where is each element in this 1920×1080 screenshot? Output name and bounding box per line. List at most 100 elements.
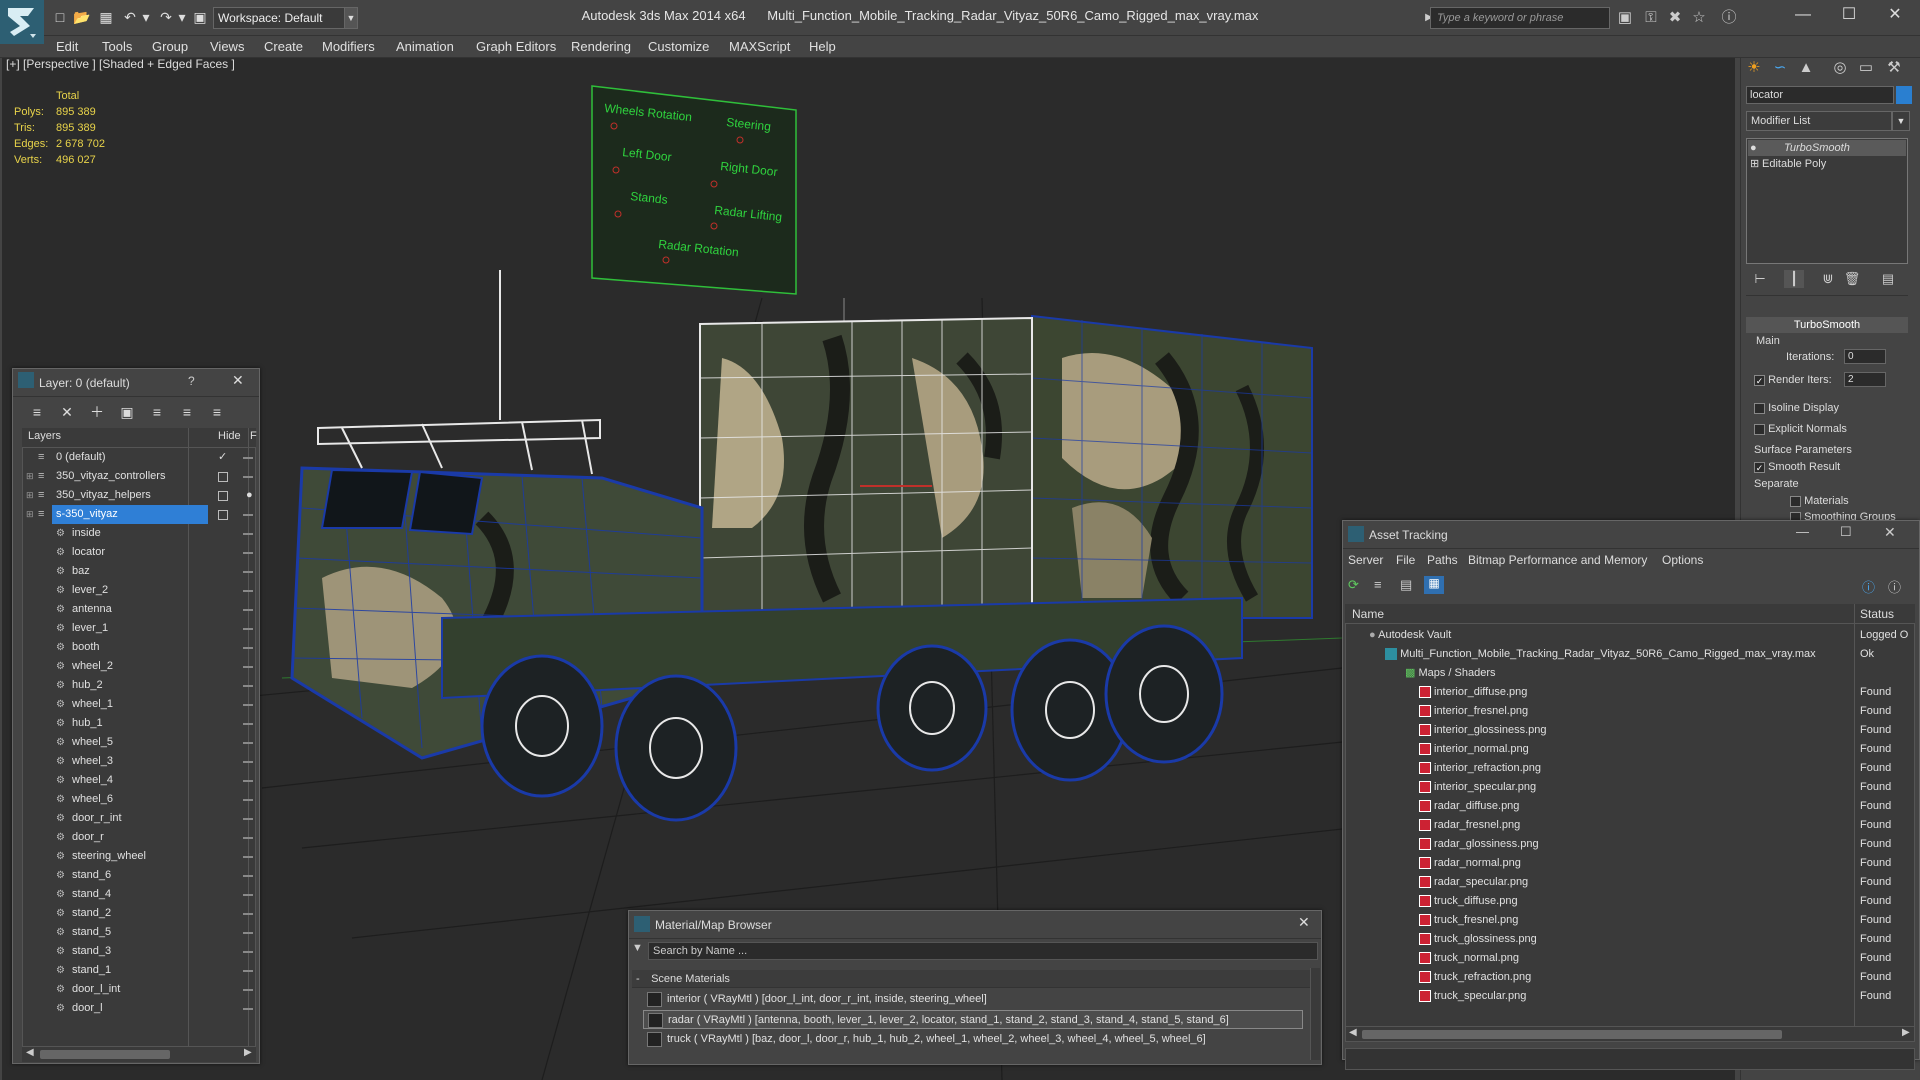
turbosmooth-rollout[interactable]: TurboSmooth	[1746, 317, 1908, 333]
explicit-normals-checkbox[interactable]	[1754, 423, 1765, 435]
close-icon[interactable]: ✕	[1872, 0, 1918, 30]
column-hide[interactable]: Hide	[218, 430, 241, 442]
hide-dash[interactable]	[243, 704, 253, 706]
isoline-checkbox[interactable]	[1754, 402, 1765, 414]
hierarchy-tab-icon[interactable]: ▲	[1794, 56, 1818, 80]
add-layer-icon[interactable]: ＋	[86, 402, 108, 422]
create-tab-icon[interactable]: ☀	[1742, 56, 1766, 80]
asset-menu-bitmap[interactable]: Bitmap Performance and Memory	[1468, 553, 1647, 567]
map-row[interactable]: radar_specular.png	[1345, 873, 1915, 892]
motion-tab-icon[interactable]: ◎	[1828, 56, 1852, 80]
menu-group[interactable]: Group	[152, 36, 188, 58]
viewport-label[interactable]: [+] [Perspective ] [Shaded + Edged Faces…	[6, 57, 235, 71]
hide-dash[interactable]	[243, 1008, 253, 1010]
hide-dash[interactable]	[243, 913, 253, 915]
display-tab-icon[interactable]: ▭	[1854, 56, 1878, 80]
app-logo-icon[interactable]	[0, 0, 44, 44]
make-unique-icon[interactable]: ⋓	[1818, 270, 1838, 288]
hide-dash[interactable]	[243, 685, 253, 687]
map-row[interactable]: radar_glossiness.png	[1345, 835, 1915, 854]
table-view-icon[interactable]: ▦	[1424, 576, 1444, 594]
hide-dash[interactable]	[243, 989, 253, 991]
delete-layer-icon[interactable]: ✕	[56, 402, 78, 422]
undo-dropdown-icon[interactable]: ▾	[136, 8, 156, 26]
expand-icon[interactable]: ⊞	[26, 467, 34, 486]
object-row[interactable]: ⚙ stand_1	[22, 961, 256, 980]
object-row[interactable]: ⚙ wheel_4	[22, 771, 256, 790]
scroll-left-icon[interactable]: ◀	[1349, 1027, 1357, 1038]
menu-create[interactable]: Create	[264, 36, 303, 58]
expand-icon[interactable]: ⊞	[26, 486, 34, 505]
object-row[interactable]: ⚙ inside	[22, 524, 256, 543]
lightbulb-icon[interactable]: ●	[246, 486, 253, 505]
hide-dash[interactable]	[243, 647, 253, 649]
hide-dash[interactable]	[243, 723, 253, 725]
hide-dash[interactable]	[243, 856, 253, 858]
maps-group-row[interactable]: ▩ Maps / Shaders	[1345, 664, 1915, 683]
iterations-spinner[interactable]: 0	[1844, 349, 1886, 364]
help-icon[interactable]: ⓘ	[1862, 577, 1875, 596]
hide-dash[interactable]	[243, 875, 253, 877]
render-iters-spinner[interactable]: 2	[1844, 372, 1886, 387]
close-icon[interactable]: ✕	[232, 372, 244, 389]
layer-row[interactable]: ⊞ ≡ 350_vityaz_helpers ●	[22, 486, 256, 505]
hide-dash[interactable]	[243, 894, 253, 896]
refresh-icon[interactable]: ⟳	[1348, 577, 1359, 593]
map-row[interactable]: interior_refraction.png	[1345, 759, 1915, 778]
menu-maxscript[interactable]: MAXScript	[729, 36, 790, 58]
map-row[interactable]: truck_diffuse.png	[1345, 892, 1915, 911]
hide-dash[interactable]	[243, 609, 253, 611]
scrollbar-thumb[interactable]	[1362, 1030, 1782, 1039]
map-row[interactable]: truck_normal.png	[1345, 949, 1915, 968]
object-row[interactable]: ⚙ stand_5	[22, 923, 256, 942]
object-row[interactable]: ⚙ stand_2	[22, 904, 256, 923]
maximize-icon[interactable]: ☐	[1840, 524, 1852, 540]
pin-stack-icon[interactable]: ⊢	[1750, 270, 1770, 288]
map-row[interactable]: truck_specular.png	[1345, 987, 1915, 1006]
map-row[interactable]: truck_glossiness.png	[1345, 930, 1915, 949]
help-icon[interactable]: ⓘ	[1718, 8, 1740, 28]
hide-dash[interactable]	[243, 761, 253, 763]
lightbulb-icon[interactable]: ●	[1750, 140, 1757, 156]
map-row[interactable]: interior_normal.png	[1345, 740, 1915, 759]
chevron-down-icon[interactable]: ▼	[344, 7, 358, 29]
open-file-icon[interactable]: 📂	[72, 8, 92, 26]
stack-item-turbosmooth[interactable]: ● TurboSmooth	[1748, 140, 1906, 156]
hide-dash[interactable]	[243, 533, 253, 535]
new-file-icon[interactable]: □	[50, 8, 70, 26]
asset-menu-server[interactable]: Server	[1348, 553, 1383, 567]
hide-dash[interactable]	[243, 590, 253, 592]
scene-materials-group[interactable]: - Scene Materials	[632, 970, 1310, 988]
object-row[interactable]: ⚙ hub_1	[22, 714, 256, 733]
search-input[interactable]: Type a keyword or phrase	[1430, 7, 1610, 29]
object-row[interactable]: ⚙ wheel_1	[22, 695, 256, 714]
hide-dash[interactable]	[243, 951, 253, 953]
menu-edit[interactable]: Edit	[56, 36, 78, 58]
file-row[interactable]: Multi_Function_Mobile_Tracking_Radar_Vit…	[1345, 645, 1915, 664]
maximize-icon[interactable]: ☐	[1826, 0, 1872, 30]
modify-tab-icon[interactable]: ∽	[1768, 56, 1792, 80]
hide-dash[interactable]	[243, 628, 253, 630]
vertical-scrollbar[interactable]	[1310, 968, 1320, 1060]
object-row[interactable]: ⚙ door_r	[22, 828, 256, 847]
object-row[interactable]: ⚙ stand_6	[22, 866, 256, 885]
key-icon[interactable]: ⚿	[1640, 8, 1662, 28]
hide-dash[interactable]	[243, 780, 253, 782]
materials-checkbox[interactable]	[1790, 495, 1801, 507]
map-row[interactable]: truck_refraction.png	[1345, 968, 1915, 987]
list-view-icon[interactable]: ≡	[1374, 577, 1382, 592]
freeze-dash[interactable]	[243, 476, 253, 478]
object-row[interactable]: ⚙ wheel_6	[22, 790, 256, 809]
hide-all-icon[interactable]: ≡	[206, 402, 228, 422]
asset-menu-options[interactable]: Options	[1662, 553, 1703, 567]
hide-dash[interactable]	[243, 837, 253, 839]
hide-box-icon[interactable]	[218, 491, 228, 501]
map-row[interactable]: truck_fresnel.png	[1345, 911, 1915, 930]
binoculars-icon[interactable]: ▣	[1614, 8, 1636, 28]
redo-dropdown-icon[interactable]: ▾	[172, 8, 192, 26]
object-row[interactable]: ⚙ door_r_int	[22, 809, 256, 828]
object-row[interactable]: ⚙ wheel_3	[22, 752, 256, 771]
hide-box-icon[interactable]	[218, 510, 228, 520]
menu-customize[interactable]: Customize	[648, 36, 709, 58]
menu-modifiers[interactable]: Modifiers	[322, 36, 375, 58]
